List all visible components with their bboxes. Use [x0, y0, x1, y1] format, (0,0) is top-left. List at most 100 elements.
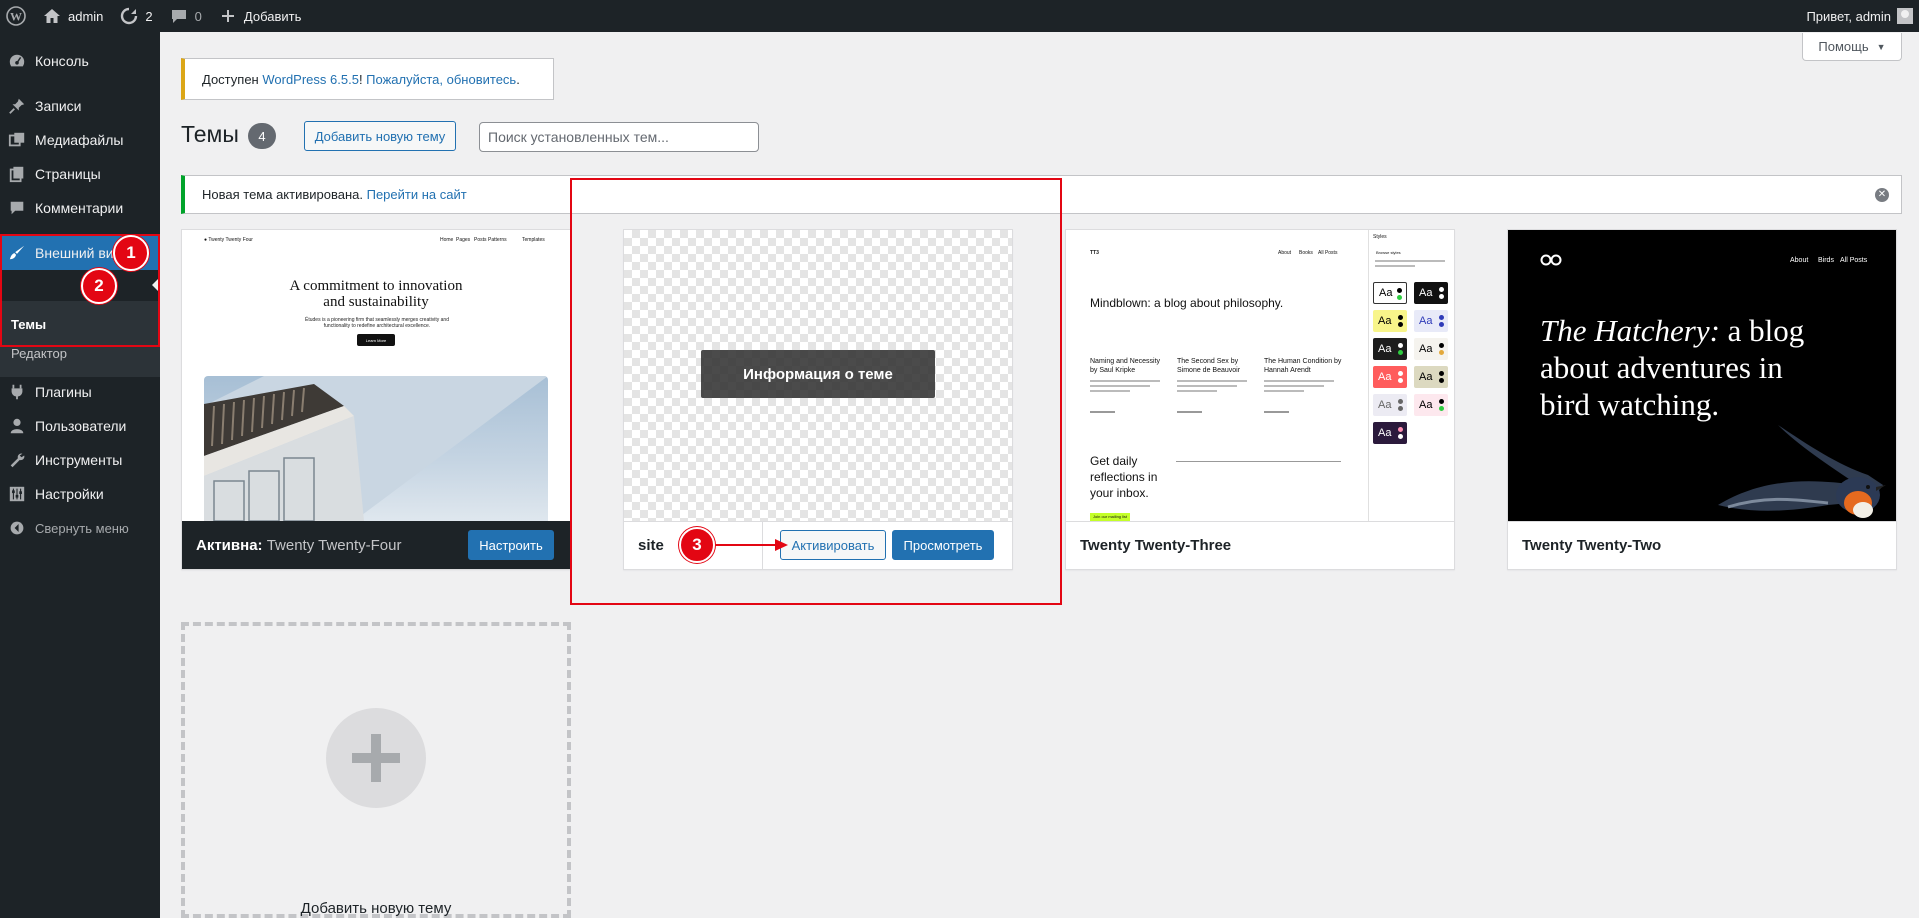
add-new-theme-button[interactable]: Добавить новую тему [304, 121, 456, 151]
menu-label: Настройки [35, 486, 104, 502]
style-swatch: Aa [1414, 282, 1448, 304]
preview-divider [1176, 461, 1341, 462]
bird-illustration [1718, 425, 1886, 518]
preview-headline: Mindblown: a blog about philosophy. [1090, 296, 1284, 310]
annotation-badge: 2 [81, 268, 117, 304]
users-icon [7, 416, 27, 436]
site-name-link[interactable]: admin [34, 0, 111, 32]
menu-item-settings[interactable]: Настройки [0, 477, 160, 511]
menu-label: Комментарии [35, 200, 124, 216]
preview-nav-item: About [1278, 250, 1292, 256]
avatar [1897, 8, 1913, 24]
menu-item-users[interactable]: Пользователи [0, 409, 160, 443]
menu-label: Пользователи [35, 418, 127, 434]
updates-link[interactable]: 2 [111, 0, 160, 32]
active-label: Активна: [196, 536, 263, 554]
new-label: Добавить [243, 8, 302, 24]
preview-cta: Get daily reflections in your inbox. [1090, 454, 1158, 500]
update-middle: ! [358, 71, 367, 87]
new-content-menu[interactable]: Добавить [210, 0, 309, 32]
wordpress-version-link[interactable]: WordPress 6.5.5 [262, 72, 359, 87]
wordpress-logo-icon: W [6, 6, 26, 26]
theme-name-bar: Twenty Twenty-Two [1508, 521, 1896, 569]
plus-icon [221, 10, 234, 22]
preview-nav-item: All Posts [1840, 257, 1868, 264]
panel-subtitle: Browse styles [1376, 250, 1401, 255]
annotation-badge: 1 [113, 235, 149, 271]
preview-nav-item: Pages [456, 237, 471, 243]
menu-item-media[interactable]: Медиафайлы [0, 123, 160, 157]
pages-icon [7, 164, 27, 184]
menu-label: Записи [35, 98, 82, 114]
visit-site-link[interactable]: Перейти на сайт [367, 187, 467, 202]
preview-post: Naming and Necessity by Saul Kripke [1090, 358, 1161, 374]
theme-name: Twenty Twenty-Three [1080, 537, 1232, 554]
menu-item-tools[interactable]: Инструменты [0, 443, 160, 477]
menu-item-comments[interactable]: Комментарии [0, 191, 160, 225]
style-swatch: Aa [1373, 422, 1407, 444]
theme-count-badge: 4 [248, 123, 276, 149]
plus-icon [326, 708, 426, 808]
style-swatch: Aa [1414, 366, 1448, 388]
preview-post: The Human Condition by Hannah Arendt [1264, 358, 1342, 374]
preview-nav-item: All Posts [1318, 250, 1338, 256]
preview-post-excerpts [1090, 380, 1334, 413]
svg-text:W: W [10, 10, 22, 24]
update-suffix: . [516, 71, 520, 87]
activated-text: Новая тема активирована. [202, 187, 367, 202]
my-account[interactable]: Привет, admin [1806, 0, 1919, 32]
menu-label: Медиафайлы [35, 132, 124, 148]
comments-link[interactable]: 0 [161, 0, 210, 32]
preview-heading: A commitment to innovation and sustainab… [289, 278, 463, 310]
submenu-item-editor[interactable]: Редактор [11, 346, 67, 361]
annotation-arrow [715, 539, 788, 551]
preview-logo-icon [1540, 254, 1562, 266]
theme-card-twenty-twenty-four[interactable]: ● Twenty Twenty Four Home Pages Posts Pa… [181, 229, 571, 570]
update-notice: Доступен WordPress 6.5.5 ! Пожалуйста, о… [181, 58, 554, 100]
greeting: Привет, admin [1806, 8, 1891, 24]
customize-button[interactable]: Настроить [468, 530, 554, 560]
theme-card-twenty-twenty-two[interactable]: About Birds All Posts The Hatchery: a bl… [1507, 229, 1897, 570]
comment-icon [171, 10, 186, 23]
preview-headline: The Hatchery: a blog about adventures in… [1540, 313, 1805, 422]
updates-count: 2 [145, 8, 153, 24]
annotation-badge: 3 [679, 527, 715, 563]
architecture-photo [204, 376, 548, 521]
style-swatch: Aa [1414, 310, 1448, 332]
menu-item-plugins[interactable]: Плагины [0, 375, 160, 409]
preview-nav-item: Books [1299, 250, 1313, 256]
preview-logo: TT3 [1090, 250, 1099, 256]
annotation-highlight-box [570, 178, 1062, 605]
update-now-link[interactable]: Пожалуйста, обновитесь [366, 72, 516, 87]
theme-name: Twenty Twenty-Two [1522, 537, 1662, 554]
help-button[interactable]: Помощь ▼ [1802, 33, 1902, 61]
wordpress-logo-menu[interactable]: W [0, 0, 34, 32]
preview-nav-item: Posts [474, 237, 487, 243]
theme-screenshot[interactable]: TT3 About Books All Posts Mindblown: a b… [1066, 230, 1454, 521]
update-prefix: Доступен [202, 71, 263, 87]
style-swatch: Aa [1414, 338, 1448, 360]
panel-title: Styles [1373, 234, 1387, 240]
menu-item-posts[interactable]: Записи [0, 89, 160, 123]
add-new-theme-card[interactable]: Добавить новую тему [181, 622, 571, 918]
style-swatch: Aa [1373, 282, 1407, 304]
collapse-menu-button[interactable]: Свернуть меню [0, 511, 160, 545]
preview-site-title: ● Twenty Twenty Four [204, 237, 253, 243]
comments-count: 0 [194, 8, 202, 24]
collapse-label: Свернуть меню [35, 520, 129, 536]
panel-description [1375, 260, 1445, 267]
plugins-icon [7, 382, 27, 402]
collapse-arrow-icon [7, 518, 27, 538]
menu-label: Консоль [35, 53, 89, 69]
style-swatch: Aa [1373, 338, 1407, 360]
menu-item-pages[interactable]: Страницы [0, 157, 160, 191]
theme-name: Twenty Twenty-Four [266, 536, 402, 554]
menu-item-dashboard[interactable]: Консоль [0, 44, 160, 78]
updates-icon [121, 7, 138, 25]
search-themes-input[interactable] [479, 122, 759, 152]
help-label: Помощь [1818, 39, 1869, 54]
theme-card-twenty-twenty-three[interactable]: TT3 About Books All Posts Mindblown: a b… [1065, 229, 1455, 570]
dismiss-notice-icon[interactable]: ✕ [1875, 188, 1889, 202]
theme-screenshot[interactable]: About Birds All Posts The Hatchery: a bl… [1508, 230, 1896, 521]
theme-screenshot[interactable]: ● Twenty Twenty Four Home Pages Posts Pa… [182, 230, 570, 521]
